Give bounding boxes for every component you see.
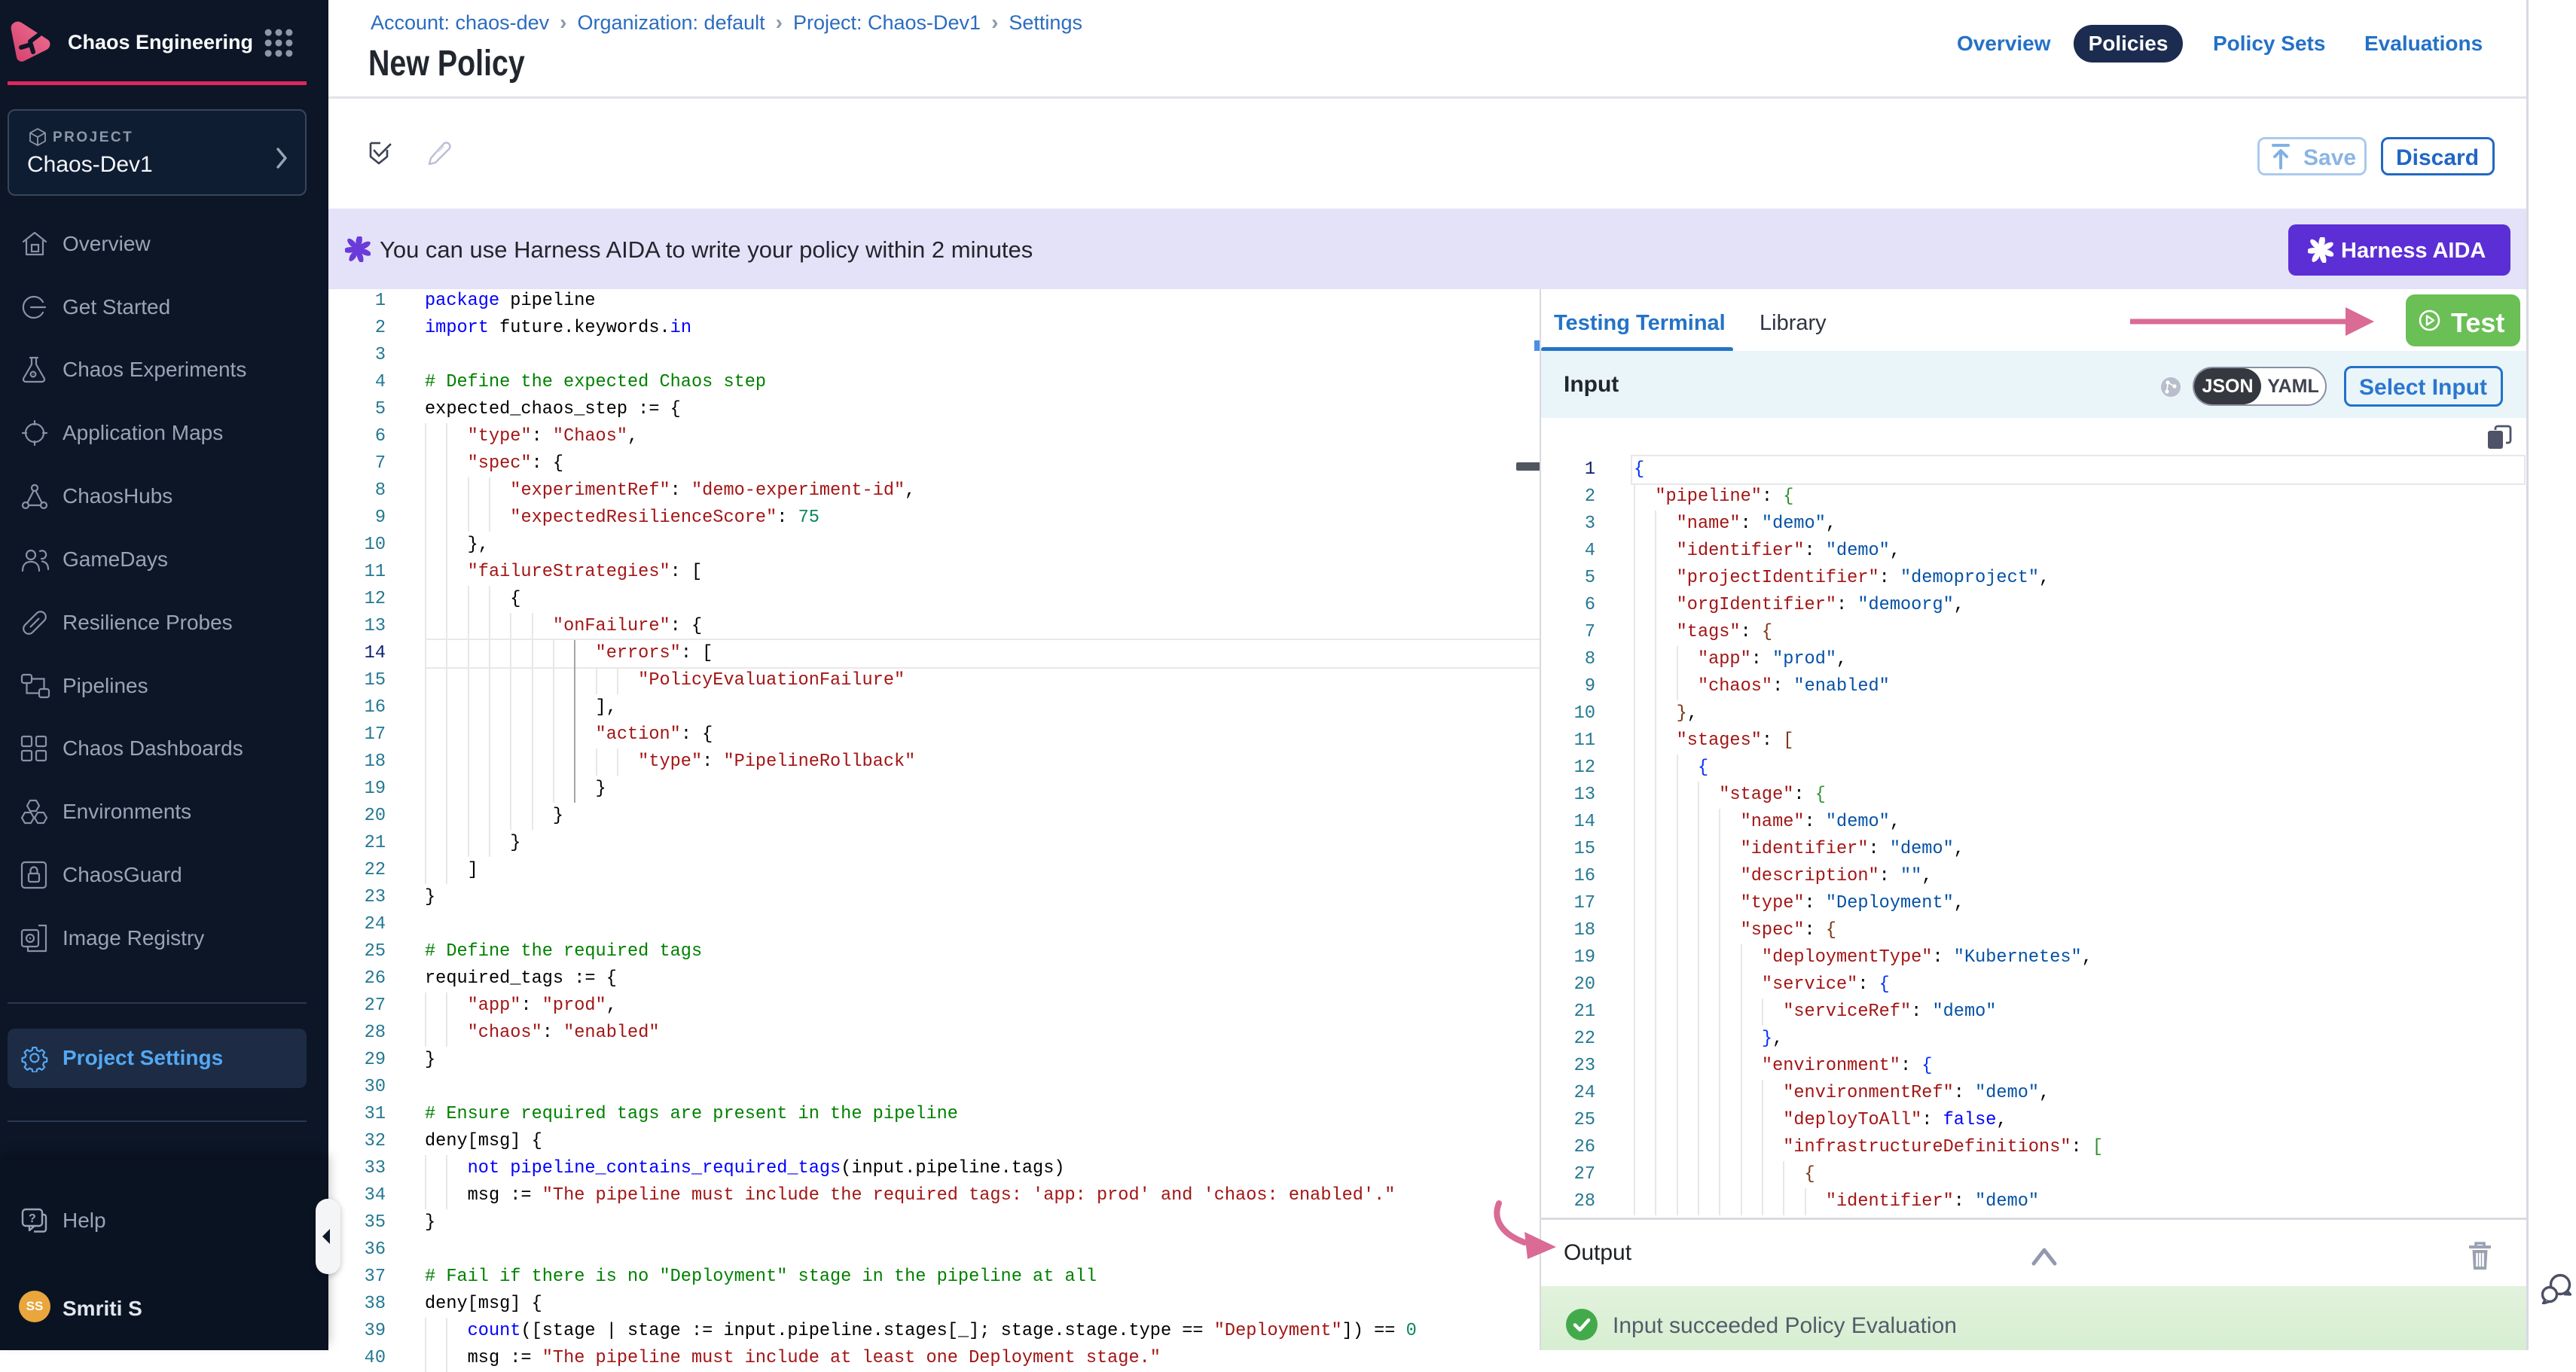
svg-text:?: ? (29, 1212, 36, 1225)
